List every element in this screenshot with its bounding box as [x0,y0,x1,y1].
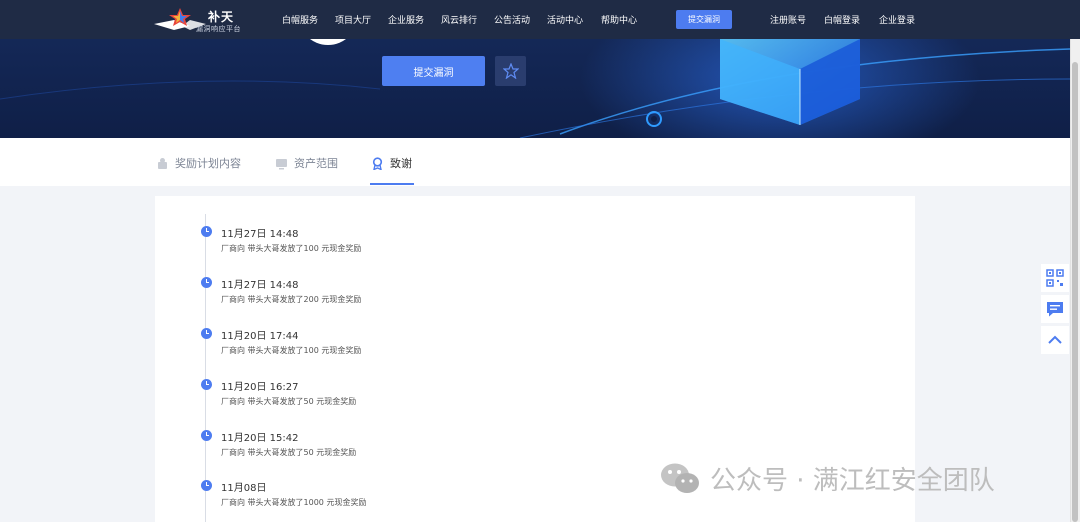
top-navigation-bar: 补天 漏洞响应平台 白帽服务 项目大厅 企业服务 风云排行 公告活动 活动中心 … [0,0,1080,39]
logo-subtitle: 漏洞响应平台 [196,25,241,33]
nav-help-center[interactable]: 帮助中心 [601,13,637,26]
timeline-time: 11月27日 14:48 [221,229,299,240]
medal-icon [372,156,383,170]
tab-acknowledgements[interactable]: 致谢 [371,155,412,171]
tab-label: 奖励计划内容 [175,157,241,170]
timeline-time: 11月08日 [221,483,267,494]
active-tab-indicator [370,183,414,185]
back-to-top-button[interactable] [1041,326,1069,354]
feedback-button[interactable] [1041,295,1069,323]
submit-vuln-button[interactable]: 提交漏洞 [382,56,485,86]
nav-announcements[interactable]: 公告活动 [494,13,530,26]
banner-decoration-graphic [0,39,1071,138]
nav-project-hall[interactable]: 项目大厅 [335,13,371,26]
timeline-description: 厂商向 带头大哥发放了200 元现金奖励 [221,295,362,304]
tab-label: 资产范围 [294,157,338,170]
star-icon [502,63,519,79]
nav-whitehat-service[interactable]: 白帽服务 [282,13,318,26]
reward-icon [158,157,167,169]
qrcode-icon [1046,269,1064,287]
timeline-time: 11月20日 17:44 [221,331,299,342]
register-link[interactable]: 注册账号 [770,13,806,26]
clock-icon [201,226,212,237]
timeline-axis [205,214,206,522]
hero-banner: 提交漏洞 [0,39,1080,138]
vertical-scrollbar-thumb[interactable] [1072,62,1078,522]
clock-icon [201,277,212,288]
clock-icon [201,430,212,441]
timeline-description: 厂商向 带头大哥发放了1000 元现金奖励 [221,498,367,507]
timeline-description: 厂商向 带头大哥发放了50 元现金奖励 [221,448,357,457]
timeline-description: 厂商向 带头大哥发放了100 元现金奖励 [221,346,362,355]
watermark-text: 公众号 · 满江红安全团队 [710,466,995,496]
nav-ranking[interactable]: 风云排行 [441,13,477,26]
clock-icon [201,328,212,339]
detail-tabs: 奖励计划内容 资产范围 致谢 [0,138,1070,186]
timeline-time: 11月20日 16:27 [221,382,299,393]
chevron-up-icon [1048,335,1062,344]
logo-title: 补天 [208,10,235,24]
clock-icon [201,480,212,491]
qrcode-button[interactable] [1041,264,1069,292]
enterprise-login-link[interactable]: 企业登录 [879,13,915,26]
timeline-time: 11月20日 15:42 [221,433,299,444]
tab-asset-scope[interactable]: 资产范围 [275,155,338,171]
tab-label: 致谢 [390,157,412,170]
whitehat-login-link[interactable]: 白帽登录 [824,13,860,26]
favorite-button[interactable] [495,56,526,86]
timeline-description: 厂商向 带头大哥发放了50 元现金奖励 [221,397,357,406]
nav-enterprise-service[interactable]: 企业服务 [388,13,424,26]
timeline-time: 11月27日 14:48 [221,280,299,291]
header-submit-vuln-button[interactable]: 提交漏洞 [676,10,732,29]
asset-icon [276,158,287,169]
nav-event-center[interactable]: 活动中心 [547,13,583,26]
wechat-icon [661,463,699,493]
chat-icon [1047,302,1063,317]
clock-icon [201,379,212,390]
wechat-watermark: 公众号 · 满江红安全团队 [660,460,995,497]
timeline-description: 厂商向 带头大哥发放了100 元现金奖励 [221,244,362,253]
tab-reward-plan[interactable]: 奖励计划内容 [156,155,241,171]
